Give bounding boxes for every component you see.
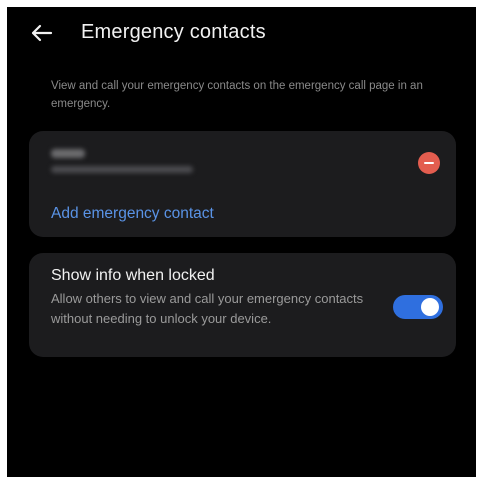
page-title: Emergency contacts [81,21,266,43]
show-info-when-locked-setting[interactable]: Show info when locked Allow others to vi… [29,253,456,357]
emergency-contacts-card: Add emergency contact [29,131,456,237]
setting-title: Show info when locked [51,267,215,284]
arrow-left-icon [31,24,53,42]
remove-contact-button[interactable] [418,152,440,174]
toggle-thumb [421,298,439,316]
add-emergency-contact-button[interactable]: Add emergency contact [51,205,214,223]
contact-number-redacted [51,166,193,173]
setting-subtitle: Allow others to view and call your emerg… [51,291,364,326]
emergency-contacts-screen: Emergency contacts View and call your em… [7,7,476,477]
show-info-toggle[interactable] [393,295,443,319]
top-app-bar: Emergency contacts [7,7,476,63]
contact-item[interactable] [29,131,456,193]
page-description: View and call your emergency contacts on… [51,80,423,110]
back-button[interactable] [27,21,55,45]
contact-name-redacted [51,149,85,158]
